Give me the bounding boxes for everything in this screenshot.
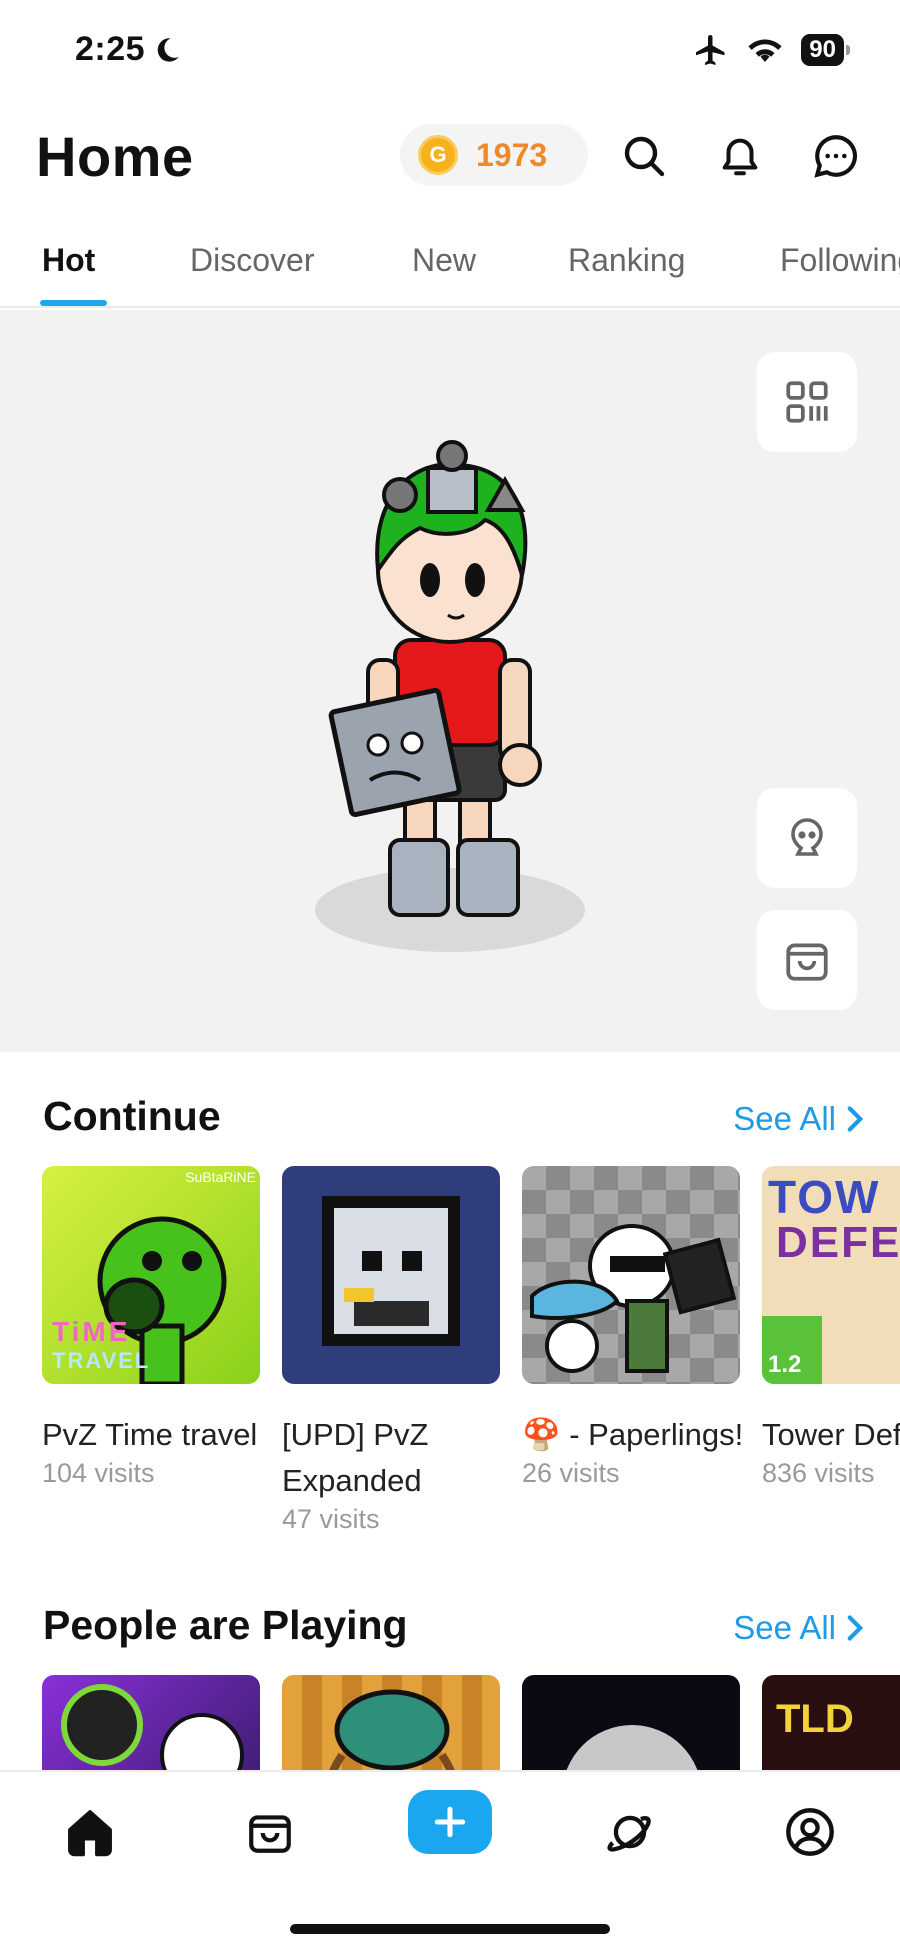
status-bar: 2:25 90: [0, 0, 900, 100]
nav-profile[interactable]: [770, 1792, 850, 1872]
game-thumbnail[interactable]: TLD: [762, 1675, 900, 1770]
game-title: [UPD] PvZ Expanded: [282, 1417, 429, 1498]
game-title: Tower Defense:: [762, 1417, 900, 1452]
top-header: Home G 1973: [0, 110, 900, 210]
nav-shop[interactable]: [230, 1792, 310, 1872]
game-thumbnail: SuBtaRiNE TiME TRAVEL: [42, 1166, 260, 1384]
airplane-icon: [696, 35, 725, 65]
continue-list: SuBtaRiNE TiME TRAVEL PvZ Time travel 10…: [0, 1166, 900, 1566]
shop-button[interactable]: [757, 910, 857, 1010]
thumb-overlay-text: DEFE: [776, 1218, 900, 1267]
game-title: PvZ Time travel: [42, 1417, 258, 1452]
people-playing-see-all[interactable]: See All: [733, 1609, 864, 1647]
game-card[interactable]: SuBtaRiNE TiME TRAVEL PvZ Time travel 10…: [42, 1166, 260, 1488]
status-time: 2:25: [75, 30, 181, 69]
search-icon: [624, 136, 665, 177]
coin-balance[interactable]: G 1973: [400, 124, 588, 186]
avatar-stage: [0, 310, 900, 1052]
notifications-button[interactable]: [712, 128, 768, 184]
clock-text: 2:25: [75, 30, 146, 68]
thumb-overlay-text: TiME: [52, 1316, 131, 1347]
thumb-overlay-text: TRAVEL: [52, 1348, 151, 1373]
coin-count: 1973: [476, 136, 548, 173]
nav-home[interactable]: [50, 1792, 130, 1872]
nav-explore[interactable]: [590, 1792, 670, 1872]
chevron-right-icon: [847, 1615, 864, 1641]
game-card[interactable]: TOW DEFE 1.2 Tower Defense: 836 visits: [762, 1166, 900, 1488]
tab-new[interactable]: New: [412, 242, 476, 279]
profile-icon: [786, 1808, 834, 1856]
avatar-head-icon: [791, 818, 823, 856]
thumb-overlay-text: 1.2: [768, 1351, 802, 1378]
thumb-overlay-text: TOW: [768, 1171, 881, 1223]
planet-icon: [607, 1815, 651, 1852]
moon-icon: [157, 37, 179, 62]
game-thumbnail[interactable]: [522, 1675, 740, 1770]
people-playing-list: TLD: [0, 1675, 900, 1770]
game-card[interactable]: 🍄 - Paperlings! 26 visits: [522, 1166, 743, 1488]
game-thumbnail: [282, 1166, 500, 1384]
game-thumbnail[interactable]: [42, 1675, 260, 1770]
game-thumbnail: TOW DEFE 1.2: [762, 1166, 900, 1384]
thumb-overlay-text: TLD: [776, 1697, 854, 1741]
search-button[interactable]: [616, 128, 672, 184]
messages-button[interactable]: [808, 128, 864, 184]
chevron-right-icon: [847, 1106, 864, 1132]
home-indicator: [290, 1924, 610, 1934]
thumb-overlay-text: SuBtaRiNE: [185, 1169, 256, 1185]
see-all-label: See All: [733, 1609, 836, 1646]
qr-code-icon: [786, 381, 828, 423]
people-playing-section-title: People are Playing: [43, 1602, 408, 1648]
tab-discover[interactable]: Discover: [190, 242, 314, 279]
avatar-edit-button[interactable]: [757, 788, 857, 888]
game-visits: 836 visits: [762, 1458, 875, 1488]
chat-bubble-icon: [814, 135, 857, 178]
game-visits: 104 visits: [42, 1458, 155, 1488]
plus-icon: [434, 1806, 466, 1838]
continue-section-title: Continue: [43, 1093, 221, 1139]
tab-ranking[interactable]: Ranking: [568, 242, 685, 279]
see-all-label: See All: [733, 1100, 836, 1137]
game-visits: 26 visits: [522, 1458, 620, 1488]
home-icon: [68, 1810, 112, 1857]
create-button[interactable]: [408, 1790, 492, 1854]
page-title: Home: [36, 125, 194, 188]
game-thumbnail: [522, 1166, 740, 1384]
wifi-icon: [748, 39, 782, 62]
shopping-bag-icon: [249, 1815, 291, 1853]
game-thumbnail[interactable]: [282, 1675, 500, 1770]
game-visits: 47 visits: [282, 1504, 380, 1534]
tab-hot[interactable]: Hot: [42, 242, 95, 279]
bottom-navigation: [0, 1770, 900, 1947]
bell-icon: [722, 138, 758, 176]
active-tab-indicator: [40, 300, 107, 306]
feed-tabs: Hot Discover New Ranking Following: [0, 228, 900, 308]
game-card[interactable]: [UPD] PvZ Expanded 47 visits: [282, 1166, 500, 1534]
qr-code-button[interactable]: [757, 352, 857, 452]
avatar-character[interactable]: [300, 410, 600, 970]
tab-following[interactable]: Following: [780, 242, 900, 279]
coin-icon: G: [418, 135, 458, 175]
continue-see-all[interactable]: See All: [733, 1100, 864, 1138]
shopping-bag-icon: [786, 943, 828, 981]
battery-indicator: 90: [801, 34, 850, 66]
game-title: 🍄 - Paperlings!: [522, 1417, 744, 1452]
